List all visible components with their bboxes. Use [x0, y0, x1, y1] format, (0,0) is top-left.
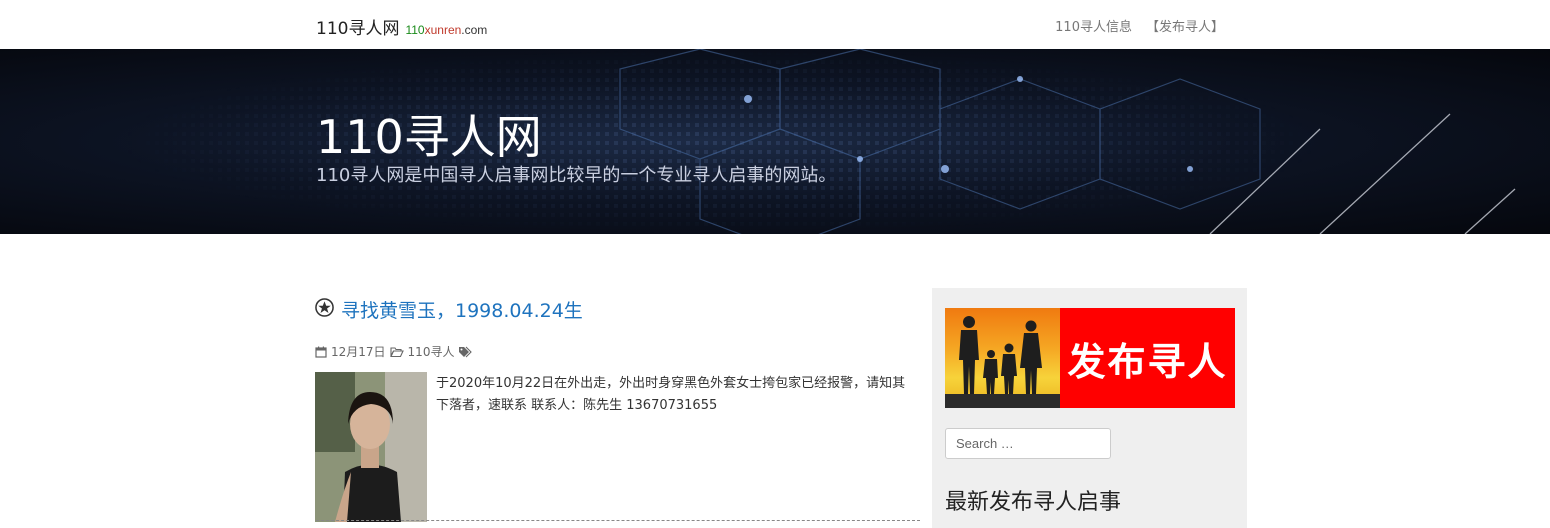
- nav-item-info[interactable]: 110寻人信息: [1055, 16, 1132, 35]
- sidebar: 发布寻人 最新发布寻人启事: [932, 288, 1247, 528]
- calendar-icon: [315, 346, 327, 358]
- post-thumbnail[interactable]: [315, 372, 427, 522]
- post-entry: 寻找黄雪玉，1998.04.24生 12月17日 110寻人 于2020年10月…: [315, 296, 920, 522]
- hero-title: 110寻人网: [316, 110, 542, 164]
- post-body: 于2020年10月22日在外出走，外出时身穿黑色外套女士挎包家已经报警，请知其下…: [315, 372, 920, 522]
- post-category-link[interactable]: 110寻人: [408, 343, 455, 360]
- hero-subtitle: 110寻人网是中国寻人启事网比较早的一个专业寻人启事的网站。: [316, 165, 837, 186]
- sticky-star-icon: [315, 298, 334, 321]
- post-title-link[interactable]: 寻找黄雪玉，1998.04.24生: [341, 296, 583, 323]
- family-silhouette-image: [945, 308, 1060, 408]
- search-input[interactable]: [945, 428, 1111, 459]
- post-divider: [316, 520, 920, 521]
- publish-banner-text: 发布寻人: [1067, 339, 1228, 384]
- site-domain: 110xunren.com: [405, 23, 487, 37]
- main-nav: 110寻人信息 【发布寻人】: [1055, 16, 1224, 35]
- post-date-link[interactable]: 12月17日: [331, 343, 386, 360]
- domain-tld: .com: [461, 23, 488, 37]
- hero-banner: 110寻人网 110寻人网是中国寻人启事网比较早的一个专业寻人启事的网站。: [0, 49, 1550, 234]
- domain-number: 110: [405, 23, 425, 37]
- domain-word: xunren: [424, 23, 462, 37]
- hero-background-pattern: [120, 49, 1516, 234]
- post-excerpt: 于2020年10月22日在外出走，外出时身穿黑色外套女士挎包家已经报警，请知其下…: [436, 376, 906, 413]
- site-name: 110寻人网: [316, 19, 400, 39]
- post-title-row: 寻找黄雪玉，1998.04.24生: [315, 296, 920, 323]
- nav-item-publish[interactable]: 【发布寻人】: [1146, 16, 1224, 35]
- site-header: 110寻人网 110xunren.com 110寻人信息 【发布寻人】: [0, 0, 1550, 49]
- publish-banner-link[interactable]: 发布寻人: [945, 308, 1235, 408]
- tags-icon: [458, 346, 473, 358]
- post-meta: 12月17日 110寻人: [315, 343, 920, 360]
- recent-posts-widget-title: 最新发布寻人启事: [945, 490, 1122, 515]
- site-brand-link[interactable]: 110寻人网 110xunren.com: [316, 14, 487, 39]
- folder-open-icon: [389, 346, 404, 358]
- publish-banner-text-area: 发布寻人: [1060, 308, 1235, 408]
